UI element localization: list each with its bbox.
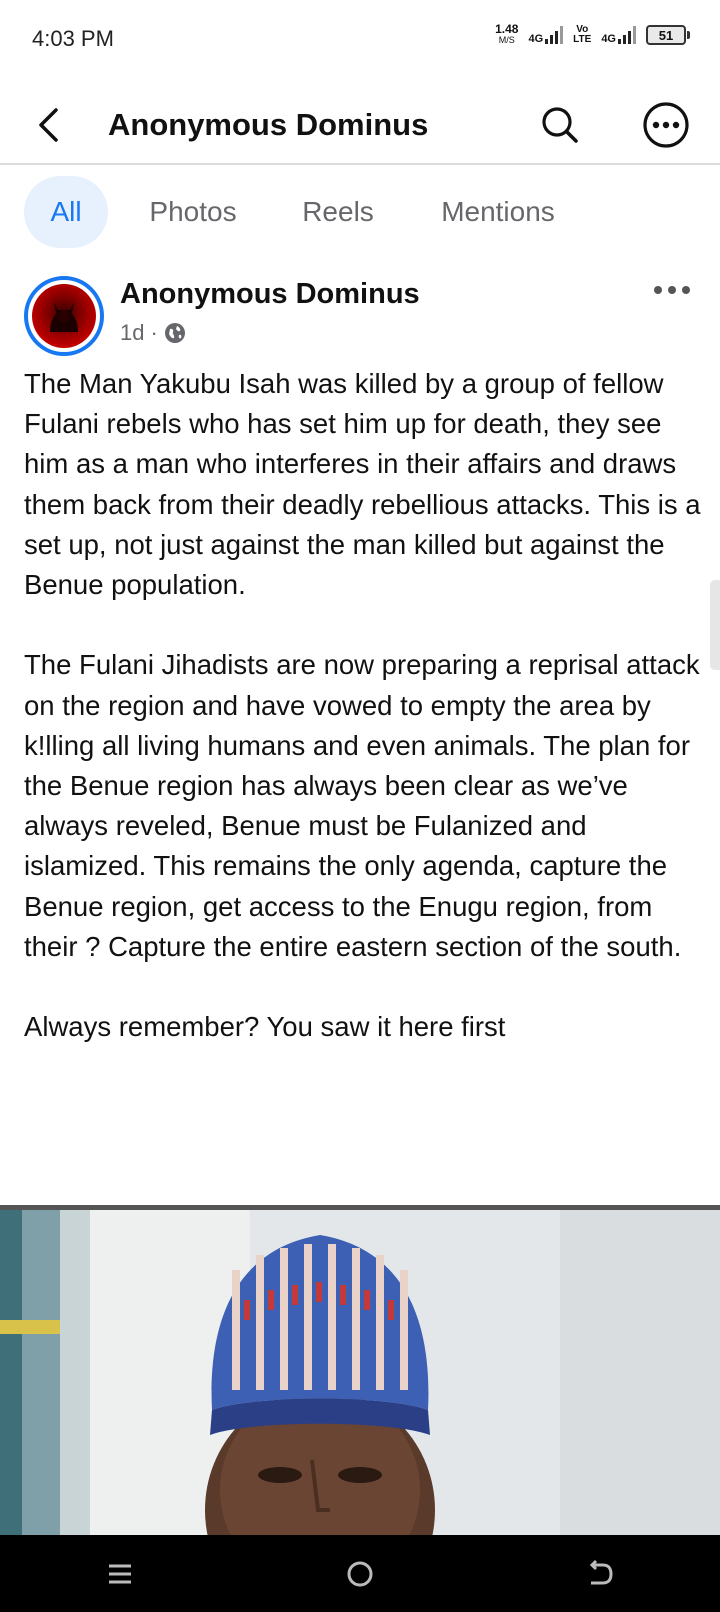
post-header: Anonymous Dominus 1d · <box>24 272 704 358</box>
dot-icon <box>682 286 690 294</box>
sim2-signal-icon: 4G <box>601 26 636 45</box>
dot-icon <box>654 286 662 294</box>
status-icons: 1.48 M/S 4G Vo LTE 4G 51 <box>495 22 690 46</box>
network-speed-unit: M/S <box>498 35 515 45</box>
sim2-network-label: 4G <box>601 33 616 45</box>
tab-photos[interactable]: Photos <box>108 176 278 248</box>
tab-all[interactable]: All <box>24 176 108 248</box>
more-circle-icon <box>643 102 689 148</box>
status-bar: 4:03 PM 1.48 M/S 4G Vo LTE 4G 51 <box>0 0 720 80</box>
tab-mentions[interactable]: Mentions <box>398 176 598 248</box>
post-author[interactable]: Anonymous Dominus <box>120 278 420 311</box>
page-header: Anonymous Dominus <box>0 85 720 165</box>
sim1-network-label: 4G <box>528 33 544 45</box>
home-icon <box>347 1561 373 1586</box>
post-text: The Man Yakubu Isah was killed by a grou… <box>24 364 704 1047</box>
recents-button[interactable] <box>80 1544 160 1604</box>
avatar[interactable] <box>24 276 104 356</box>
back-button[interactable] <box>28 103 68 147</box>
post-paragraph: Always remember? You saw it here first <box>24 1011 506 1043</box>
volte-icon: Vo LTE <box>573 25 591 45</box>
post-photo-image <box>0 1210 720 1535</box>
meta-separator: · <box>150 320 158 345</box>
profile-tabs: All Photos Reels Mentions <box>24 176 598 248</box>
post-more-button[interactable] <box>648 276 696 304</box>
search-icon <box>542 107 578 143</box>
dot-icon <box>668 286 676 294</box>
sim1-signal-icon: 4G <box>528 26 564 45</box>
network-speed-value: 1.48 <box>495 22 519 36</box>
page-title: Anonymous Dominus <box>108 107 429 142</box>
status-time: 4:03 PM <box>32 26 114 51</box>
post-photo[interactable] <box>0 1205 720 1535</box>
battery-level: 51 <box>646 25 686 45</box>
back-icon <box>589 1559 613 1584</box>
post-time[interactable]: 1d <box>120 320 144 346</box>
globe-icon <box>164 323 185 343</box>
volte-bottom-label: LTE <box>573 34 592 45</box>
chevron-left-icon <box>39 108 58 142</box>
search-button[interactable] <box>536 101 584 149</box>
system-nav-bar <box>0 1535 720 1612</box>
post-paragraph: The Man Yakubu Isah was killed by a grou… <box>24 368 701 601</box>
more-options-button[interactable] <box>640 99 692 151</box>
battery-icon: 51 <box>646 25 690 45</box>
tab-reels[interactable]: Reels <box>278 176 398 248</box>
home-button[interactable] <box>320 1544 400 1604</box>
recents-icon <box>109 1564 131 1583</box>
nav-back-button[interactable] <box>560 1544 640 1604</box>
avatar-silhouette-icon <box>50 302 78 332</box>
network-speed: 1.48 M/S <box>495 22 519 46</box>
scroll-indicator[interactable] <box>710 580 720 670</box>
post-paragraph: The Fulani Jihadists are now preparing a… <box>24 649 700 962</box>
post-meta: 1d · <box>120 320 186 346</box>
